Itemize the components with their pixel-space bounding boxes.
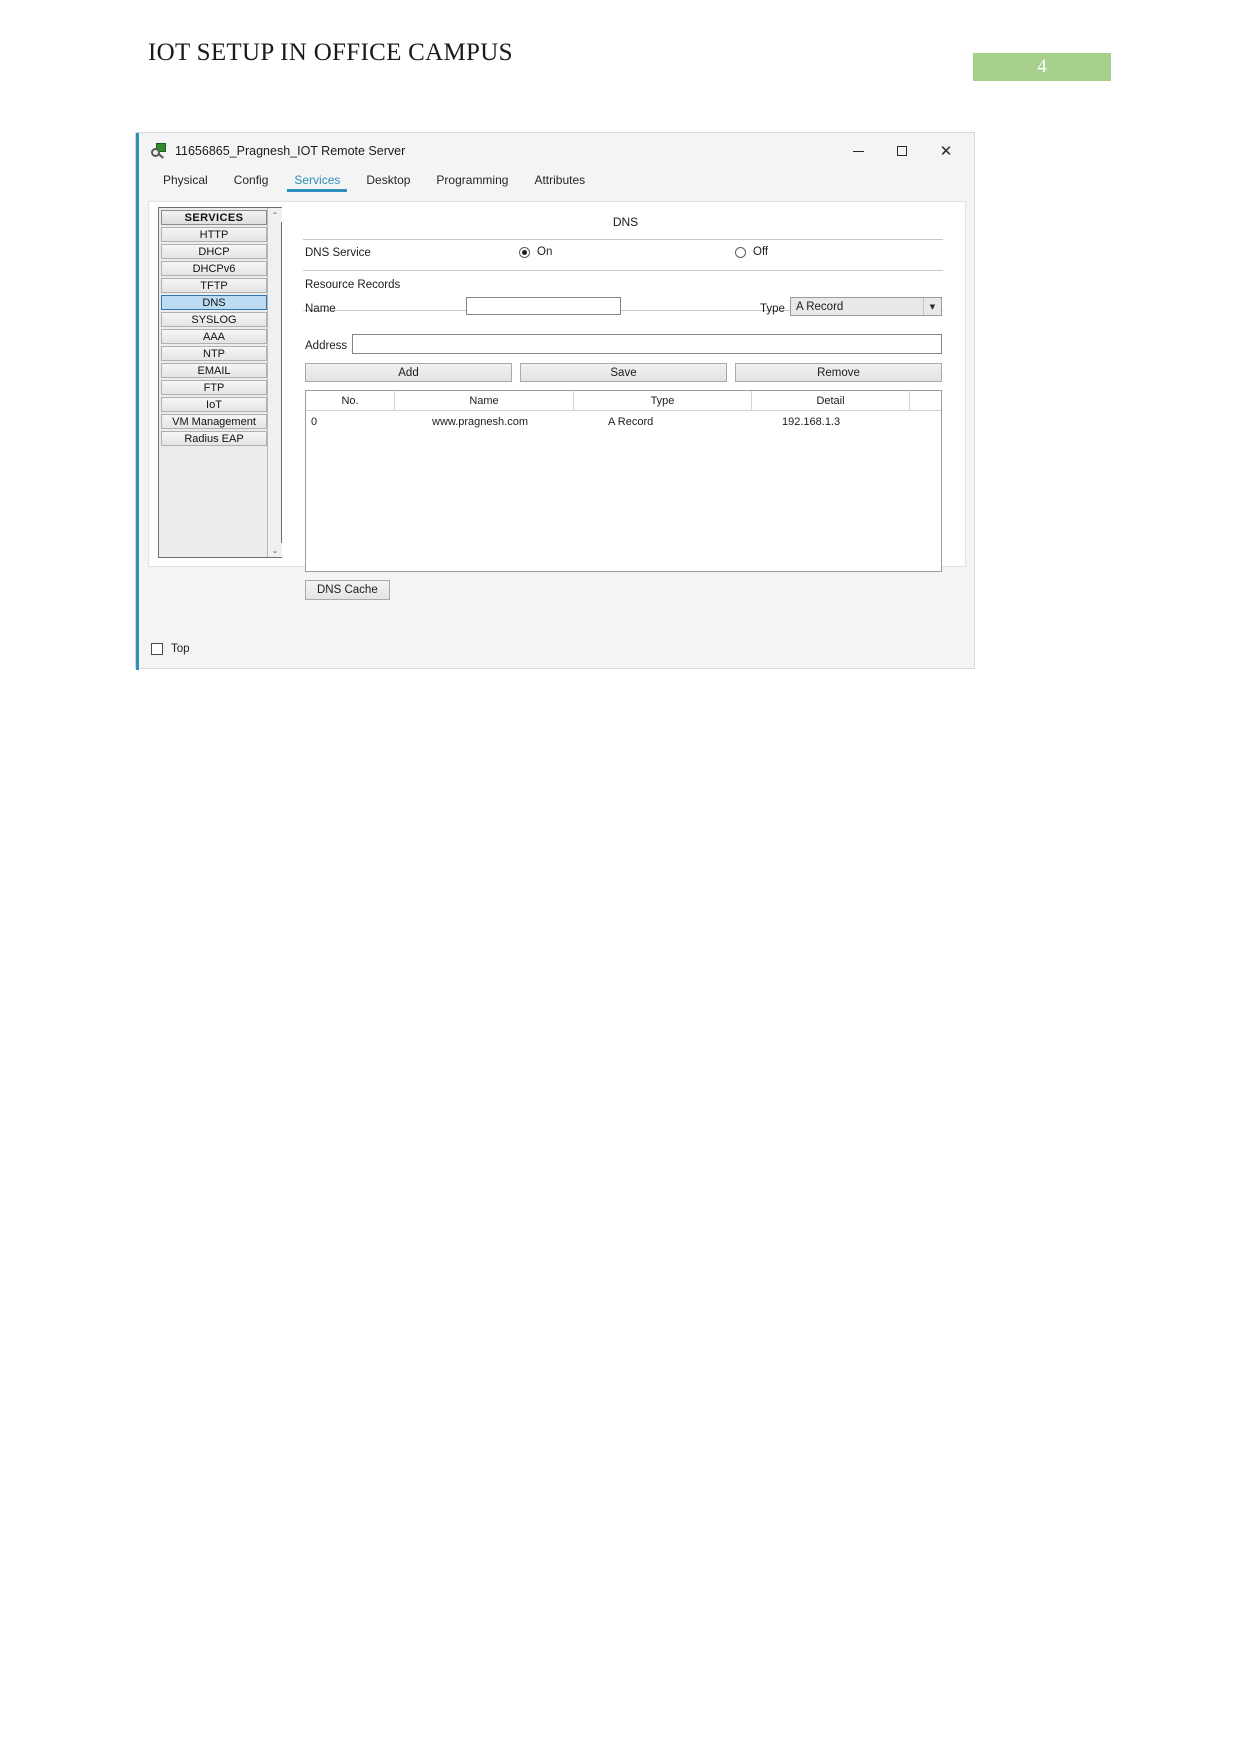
sidebar-item-ftp[interactable]: FTP [161,380,267,395]
chevron-up-icon[interactable]: ⌃ [268,208,282,222]
column-header-type: Type [574,391,752,410]
address-input[interactable] [352,334,942,354]
record-type-value: A Record [796,300,844,313]
maximize-icon [897,146,907,156]
sidebar-scrollbar[interactable]: ⌃ ⌄ [267,208,282,557]
column-header-detail: Detail [752,391,910,410]
column-header-no: No. [306,391,395,410]
radio-off-label: Off [753,246,769,258]
dns-service-off-radio[interactable]: Off [735,246,768,258]
sidebar-item-ntp[interactable]: NTP [161,346,267,361]
minimize-icon [852,150,864,152]
name-label: Name [305,303,336,315]
tab-strip: Physical Config Services Desktop Program… [139,169,974,199]
radio-on-label: On [537,246,553,258]
dns-pane-heading: DNS [612,215,639,229]
tab-config[interactable]: Config [221,169,282,187]
cell-detail: 192.168.1.3 [782,416,841,428]
records-table: No. Name Type Detail 0 www.pragnesh.com … [305,390,942,572]
page-number-badge: 4 [973,53,1111,81]
sidebar-header-services: SERVICES [161,210,267,225]
sidebar-item-email[interactable]: EMAIL [161,363,267,378]
dns-settings-pane: DNS DNS Service On Off Resource Records … [303,207,948,600]
chevron-down-icon[interactable]: ⌄ [268,543,282,557]
title-bar: 11656865_Pragnesh_IOT Remote Server ✕ [139,133,974,169]
sidebar-item-aaa[interactable]: AAA [161,329,267,344]
dns-cache-button[interactable]: DNS Cache [305,580,390,600]
type-label: Type [760,303,785,315]
cell-no: 0 [311,416,318,428]
top-checkbox[interactable] [151,643,163,655]
packet-tracer-window: 11656865_Pragnesh_IOT Remote Server ✕ Ph… [135,132,975,670]
sidebar-item-tftp[interactable]: TFTP [161,278,267,293]
tab-physical[interactable]: Physical [150,169,221,187]
add-button[interactable]: Add [305,363,512,382]
cell-name: www.pragnesh.com [432,416,528,428]
dns-service-on-radio[interactable]: On [519,246,552,258]
address-label: Address [305,340,348,352]
table-header-row: No. Name Type Detail [306,391,941,411]
minimize-button[interactable] [836,136,880,166]
maximize-button[interactable] [880,136,924,166]
column-header-name: Name [395,391,574,410]
services-sidebar: SERVICES HTTP DHCP DHCPv6 TFTP DNS SYSLO… [158,207,282,558]
chevron-down-icon: ▼ [923,298,941,315]
window-controls: ✕ [836,136,968,166]
packet-tracer-server-icon [151,143,167,159]
sidebar-item-dns[interactable]: DNS [161,295,267,310]
resource-records-label: Resource Records [305,279,401,291]
sidebar-item-dhcp[interactable]: DHCP [161,244,267,259]
tab-programming[interactable]: Programming [423,169,521,187]
close-icon: ✕ [939,141,953,160]
dns-service-label: DNS Service [305,247,371,259]
radio-off-icon [735,246,746,258]
column-header-spacer [910,391,941,410]
sidebar-item-http[interactable]: HTTP [161,227,267,242]
divider-middle [303,270,943,271]
sidebar-item-vm-management[interactable]: VM Management [161,414,267,429]
sidebar-item-iot[interactable]: IoT [161,397,267,412]
window-accent-bar [136,133,139,670]
close-button[interactable]: ✕ [924,136,968,166]
sidebar-item-syslog[interactable]: SYSLOG [161,312,267,327]
cell-type: A Record [608,416,654,428]
radio-on-icon [519,246,530,258]
top-label: Top [171,643,190,655]
remove-button[interactable]: Remove [735,363,942,382]
page-title: IOT SETUP IN OFFICE CAMPUS [148,39,513,66]
tab-attributes[interactable]: Attributes [521,169,598,187]
save-button[interactable]: Save [520,363,727,382]
window-title: 11656865_Pragnesh_IOT Remote Server [175,144,406,158]
window-footer: Top [139,630,974,668]
sidebar-item-dhcpv6[interactable]: DHCPv6 [161,261,267,276]
tab-services[interactable]: Services [281,169,353,192]
name-input[interactable] [466,297,621,315]
sidebar-item-radius-eap[interactable]: Radius EAP [161,431,267,446]
divider-top [303,239,943,240]
record-type-select[interactable]: A Record ▼ [790,297,942,316]
table-row[interactable]: 0 www.pragnesh.com A Record 192.168.1.3 [306,411,941,433]
services-list: SERVICES HTTP DHCP DHCPv6 TFTP DNS SYSLO… [159,208,267,448]
tab-desktop[interactable]: Desktop [353,169,423,187]
